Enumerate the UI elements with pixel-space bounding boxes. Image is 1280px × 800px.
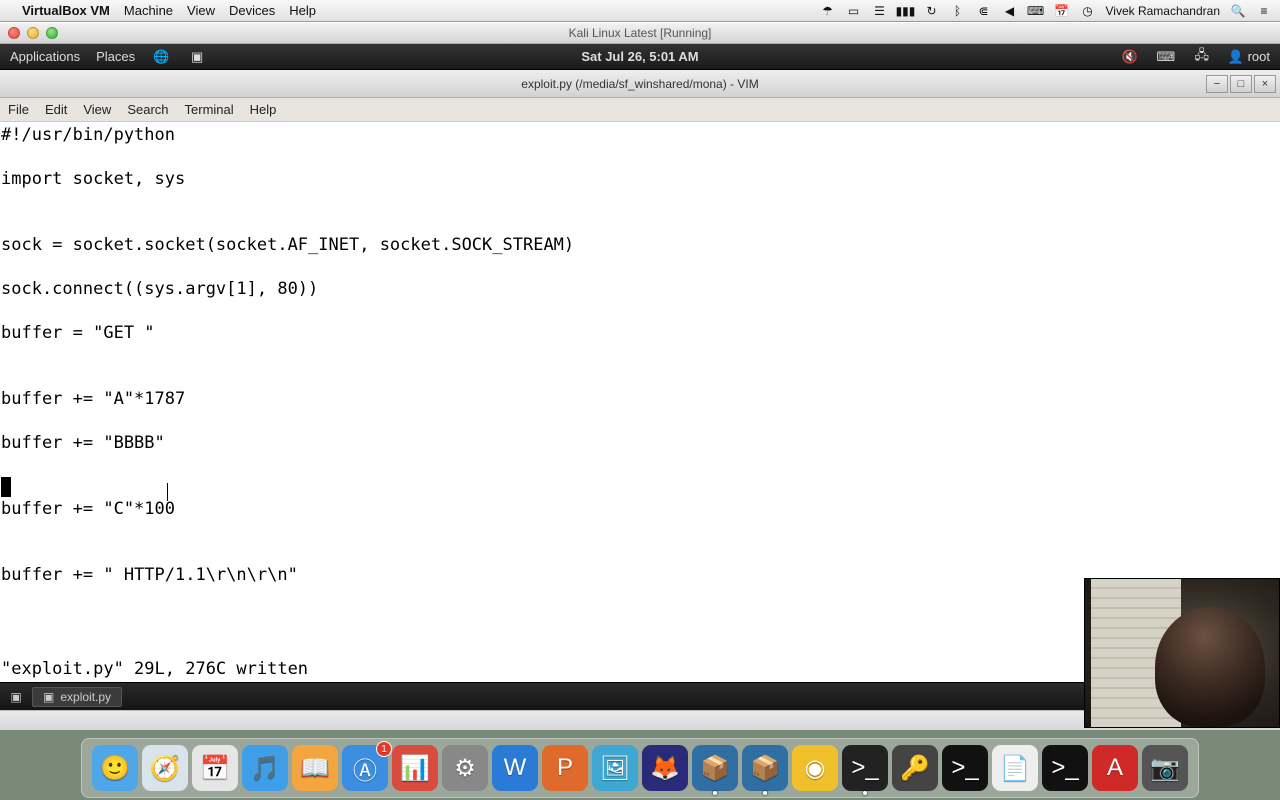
notification-center-icon[interactable]: ≡: [1256, 3, 1272, 19]
gnome-top-panel: Applications Places 🌐 ▣ Sat Jul 26, 5:01…: [0, 44, 1280, 70]
battery-icon[interactable]: ▮▮▮: [897, 3, 913, 19]
network-icon[interactable]: 🖧: [1192, 47, 1212, 67]
umbrella-icon[interactable]: ☂: [819, 3, 835, 19]
task-item[interactable]: ▣ exploit.py: [32, 687, 122, 707]
window-minimize-button[interactable]: −: [1206, 75, 1228, 93]
dock-finder-icon[interactable]: 🙂: [92, 745, 138, 791]
text-cursor-ibeam-icon: [167, 483, 168, 501]
keyboard-layout-icon[interactable]: ⌨: [1156, 47, 1176, 67]
evernote-icon[interactable]: ☰: [871, 3, 887, 19]
menu-machine[interactable]: Machine: [124, 3, 173, 18]
menu-search[interactable]: Search: [127, 102, 168, 117]
dock-ibooks-icon[interactable]: 📖: [292, 745, 338, 791]
minimize-button[interactable]: [27, 27, 39, 39]
dock-activity-monitor-icon[interactable]: 📊: [392, 745, 438, 791]
dock-powerpoint-icon[interactable]: P: [542, 745, 588, 791]
menu-edit[interactable]: Edit: [45, 102, 67, 117]
app-menu[interactable]: VirtualBox VM: [22, 3, 110, 18]
vim-status-message: "exploit.py" 29L, 276C written: [1, 658, 1107, 680]
task-terminal-icon: ▣: [43, 690, 54, 704]
webcam-overlay: [1084, 578, 1280, 728]
close-button[interactable]: [8, 27, 20, 39]
dock-safari-icon[interactable]: 🧭: [142, 745, 188, 791]
dock-acrobat-icon[interactable]: A: [1092, 745, 1138, 791]
menu-view-term[interactable]: View: [83, 102, 111, 117]
dock-iterm-b-icon[interactable]: >_: [1042, 745, 1088, 791]
spotlight-icon[interactable]: 🔍: [1230, 3, 1246, 19]
badge: 1: [376, 741, 392, 757]
dock: 🙂🧭📅🎵📖Ⓐ1📊⚙WP🖼🦊📦📦◉>_🔑>_📄>_A📷: [81, 738, 1199, 798]
window-maximize-button[interactable]: □: [1230, 75, 1252, 93]
dock-firefox-icon[interactable]: 🦊: [642, 745, 688, 791]
menu-file[interactable]: File: [8, 102, 29, 117]
dock-system-preferences-icon[interactable]: ⚙: [442, 745, 488, 791]
menu-help-term[interactable]: Help: [250, 102, 277, 117]
timemachine-icon[interactable]: ↻: [923, 3, 939, 19]
volume-mute-icon[interactable]: 🔇: [1120, 47, 1140, 67]
dock-ical-icon[interactable]: 📅: [192, 745, 238, 791]
user-menu[interactable]: 👤 root: [1228, 49, 1270, 65]
volume-icon[interactable]: ◀: [1001, 3, 1017, 19]
show-desktop-icon[interactable]: ▣: [6, 687, 26, 707]
vim-block-cursor: [1, 477, 11, 497]
terminal-launcher-icon[interactable]: ▣: [187, 47, 207, 67]
vb-titlebar[interactable]: Kali Linux Latest [Running]: [0, 22, 1280, 44]
dock-textedit-icon[interactable]: 📄: [992, 745, 1038, 791]
dock-word-icon[interactable]: W: [492, 745, 538, 791]
menu-help[interactable]: Help: [289, 3, 316, 18]
wifi-icon[interactable]: ⋐: [975, 3, 991, 19]
menu-view[interactable]: View: [187, 3, 215, 18]
dock-preview-icon[interactable]: 🖼: [592, 745, 638, 791]
clock[interactable]: Sat Jul 26, 5:01 AM: [581, 49, 698, 64]
menu-terminal[interactable]: Terminal: [185, 102, 234, 117]
task-label: exploit.py: [60, 690, 111, 704]
calendar-icon[interactable]: 📅: [1053, 3, 1069, 19]
menu-devices[interactable]: Devices: [229, 3, 275, 18]
dock-virtualbox-a-icon[interactable]: 📦: [692, 745, 738, 791]
mac-menubar: VirtualBox VM Machine View Devices Help …: [0, 0, 1280, 22]
mac-user[interactable]: Vivek Ramachandran: [1105, 4, 1220, 18]
dock-iterm-a-icon[interactable]: >_: [942, 745, 988, 791]
terminal-titlebar[interactable]: exploit.py (/media/sf_winshared/mona) - …: [0, 70, 1280, 98]
keyboard-icon[interactable]: ⌨: [1027, 3, 1043, 19]
presenter-head: [1155, 607, 1265, 727]
zoom-button[interactable]: [46, 27, 58, 39]
window-close-button[interactable]: ×: [1254, 75, 1276, 93]
places-menu[interactable]: Places: [96, 49, 135, 64]
dock-camera-icon[interactable]: 📷: [1142, 745, 1188, 791]
applications-menu[interactable]: Applications: [10, 49, 80, 64]
dock-keychain-icon[interactable]: 🔑: [892, 745, 938, 791]
iceweasel-icon[interactable]: 🌐: [151, 47, 171, 67]
dock-appstore-icon[interactable]: Ⓐ1: [342, 745, 388, 791]
clock-icon[interactable]: ◷: [1079, 3, 1095, 19]
dock-virtualbox-b-icon[interactable]: 📦: [742, 745, 788, 791]
dock-terminal-icon[interactable]: >_: [842, 745, 888, 791]
display-icon[interactable]: ▭: [845, 3, 861, 19]
dock-chrome-icon[interactable]: ◉: [792, 745, 838, 791]
terminal-title: exploit.py (/media/sf_winshared/mona) - …: [521, 77, 758, 91]
terminal-menubar: File Edit View Search Terminal Help: [0, 98, 1280, 122]
vb-window-title: Kali Linux Latest [Running]: [569, 26, 712, 40]
bluetooth-icon[interactable]: ᛒ: [949, 3, 965, 19]
dock-itunes-icon[interactable]: 🎵: [242, 745, 288, 791]
